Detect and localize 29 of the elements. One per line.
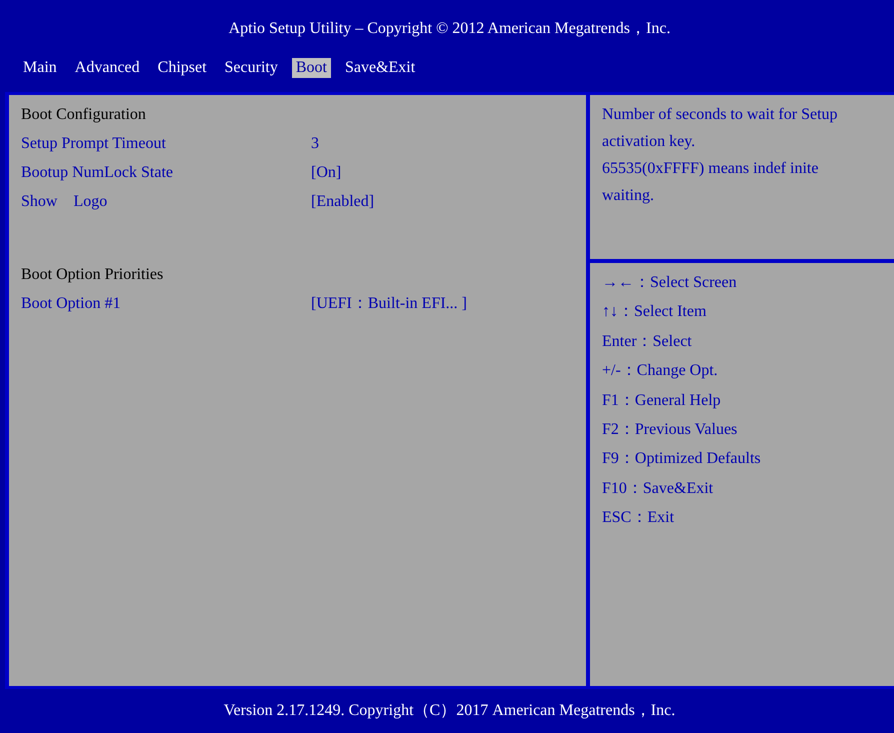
setting-value[interactable]: 3 xyxy=(311,133,319,162)
status-bar-text: Version 2.17.1249. Copyright（C）2017 American Megatrends，Inc. xyxy=(224,701,676,721)
key-hint: →←：Select Screen xyxy=(602,273,737,293)
setting-label[interactable]: Show Logo xyxy=(21,191,311,220)
key-hint: F1：General Help xyxy=(602,390,721,411)
menu-tab[interactable]: Chipset xyxy=(154,58,211,78)
setting-value[interactable]: [On] xyxy=(311,162,342,191)
menu-tab[interactable]: Advanced xyxy=(70,58,144,78)
help-text: Number of seconds to wait for Setup activation key. xyxy=(602,105,839,152)
key-hint: F9：Optimized Defaults xyxy=(602,449,761,470)
menu-tab[interactable]: Main xyxy=(19,58,61,78)
menu-tab[interactable]: Save&Exit xyxy=(340,58,420,78)
key-hint: F10：Save&Exit xyxy=(602,478,714,499)
key-hint: ESC：Exit xyxy=(602,508,674,528)
help-text: 65535(0xFFFF) means indef inite waiting. xyxy=(602,159,820,206)
menu-tab[interactable]: Boot xyxy=(292,58,331,78)
setting-value[interactable]: [UEFI：Built-in EFI... ] xyxy=(311,293,467,322)
setting-label[interactable]: Bootup NumLock State xyxy=(21,162,311,191)
section-heading: Boot Configuration xyxy=(21,105,146,125)
menu-tab[interactable]: Security xyxy=(220,58,282,78)
setting-label[interactable]: Boot Option #1 xyxy=(21,293,311,322)
key-hint: Enter：Select xyxy=(602,332,692,352)
setting-value[interactable]: [Enabled] xyxy=(311,191,374,220)
setting-label[interactable]: Setup Prompt Timeout xyxy=(21,133,311,162)
key-hint: ↑↓：Select Item xyxy=(602,302,706,322)
key-hint: F2：Previous Values xyxy=(602,420,738,440)
section-heading: Boot Option Priorities xyxy=(21,265,164,285)
window-title: Aptio Setup Utility – Copyright © 2012 American Megatrends，Inc. xyxy=(228,19,672,39)
key-hint: +/-：Change Opt. xyxy=(602,361,718,382)
